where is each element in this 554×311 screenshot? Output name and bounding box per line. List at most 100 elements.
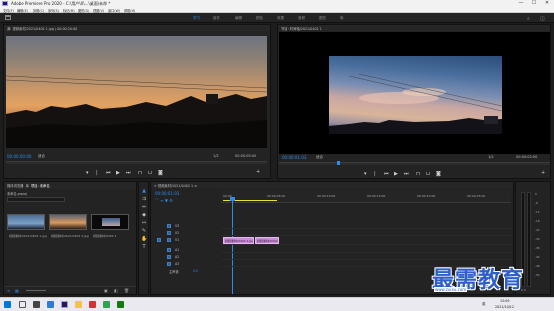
track-target-v2[interactable] (167, 231, 171, 235)
tab-project[interactable]: 项目: 未命名 (31, 184, 50, 188)
app-icon-red[interactable] (89, 301, 96, 308)
step-forward-icon[interactable]: ⏭ (126, 170, 131, 176)
timeline-clip-1[interactable]: 视频素材/0402 1.jpg (223, 237, 254, 244)
sky-clouds-image (329, 73, 502, 134)
timeline-ruler[interactable]: 00:00 00:00:05:00 00:00:10:00 00:00:15:0… (221, 191, 511, 203)
workspace-libraries[interactable]: 库 (340, 16, 344, 21)
timeline-timecode[interactable]: 00:00:01:03 (155, 191, 179, 196)
icon-view-icon[interactable]: ▦ (15, 288, 19, 293)
program-playhead[interactable] (337, 161, 340, 165)
maximize-button[interactable]: ☐ (528, 0, 540, 7)
search-taskbar-icon[interactable] (19, 301, 26, 308)
notification-icon[interactable]: ◫ (540, 16, 545, 22)
selection-tool-icon[interactable]: ▲ (141, 188, 147, 194)
tab-media-browser[interactable]: 媒体浏览器 (7, 184, 23, 188)
wechat-icon[interactable] (117, 301, 124, 308)
program-zoom-select[interactable]: 1/2 (488, 155, 494, 159)
timeline-clip-2[interactable]: 视频素材/0402 2.jpg (255, 237, 279, 244)
workspace-color[interactable]: 颜色 (256, 16, 263, 21)
mark-out-icon[interactable]: | (96, 170, 98, 176)
prog-step-back-icon[interactable]: ⏮ (384, 171, 389, 177)
workspace-audio[interactable]: 音频 (298, 16, 305, 21)
type-tool-icon[interactable]: T (141, 244, 147, 250)
new-bin-icon[interactable]: ▣ (104, 288, 108, 293)
source-fit-select[interactable]: 适合 (38, 154, 45, 159)
track-target-a2[interactable] (167, 255, 171, 259)
workspace-graphics[interactable]: 图形 (319, 16, 326, 21)
ripple-edit-tool-icon[interactable]: ⇔ (141, 204, 147, 210)
overwrite-icon[interactable]: ⊔ (148, 170, 152, 176)
minimize-button[interactable]: — (515, 0, 527, 7)
settings-icon[interactable]: ⚙ (169, 198, 173, 203)
playhead-handle[interactable] (230, 197, 235, 201)
home-icon[interactable] (5, 15, 11, 20)
close-button[interactable]: ✕ (541, 0, 553, 7)
link-icon[interactable]: ∞ (160, 198, 163, 203)
prog-mark-in-icon[interactable]: ▾ (364, 171, 367, 177)
track-a3-label: A3 (175, 262, 180, 266)
track-v2-row[interactable] (221, 230, 511, 236)
trash-icon[interactable]: 🗑 (124, 288, 129, 293)
premiere-taskbar-icon[interactable] (61, 301, 68, 308)
zoom-slider[interactable] (26, 290, 46, 291)
edge-browser-icon[interactable] (47, 301, 54, 308)
app-icon-green[interactable] (103, 301, 110, 308)
track-target-a3[interactable] (167, 262, 171, 266)
clock-date[interactable]: 2021/10/12 (495, 305, 514, 309)
project-tabs: 媒体浏览器 库 项目: 未命名 (4, 182, 136, 189)
search-icon[interactable]: ⌕ (527, 16, 530, 22)
prog-mark-out-icon[interactable]: | (374, 171, 376, 177)
project-thumb-2[interactable] (49, 214, 87, 230)
input-language[interactable]: 英 (482, 302, 486, 307)
source-zoom-select[interactable]: 1/2 (213, 154, 219, 158)
pen-tool-icon[interactable]: ✎ (141, 228, 147, 234)
tab-libraries[interactable]: 库 (26, 184, 29, 188)
prog-play-icon[interactable]: ▶ (394, 171, 398, 177)
track-target-v1[interactable] (167, 238, 171, 242)
lift-icon[interactable]: ⊓ (416, 171, 420, 177)
extract-icon[interactable]: ⊔ (426, 171, 430, 177)
track-a1-row[interactable] (221, 247, 511, 253)
project-search-input[interactable] (7, 197, 65, 202)
source-scrub-bar[interactable] (6, 161, 267, 164)
track-select-tool-icon[interactable]: ⇉ (141, 196, 147, 202)
list-view-icon[interactable]: ≡ (7, 288, 10, 293)
clock-time[interactable]: 15:09 (500, 299, 510, 303)
track-target-v3[interactable] (167, 224, 171, 228)
project-thumb-3[interactable] (91, 214, 129, 230)
workspace-assembly[interactable]: 组件 (213, 16, 220, 21)
file-explorer-icon[interactable] (75, 301, 82, 308)
program-timecode[interactable]: 00:00:01:03 (282, 155, 306, 160)
marker-icon[interactable]: ▼ (165, 198, 168, 203)
razor-tool-icon[interactable]: ◆ (141, 212, 147, 218)
insert-icon[interactable]: ⊓ (138, 170, 142, 176)
track-target-a1[interactable] (167, 248, 171, 252)
new-item-icon[interactable]: ◧ (114, 288, 118, 293)
source-patch-v1[interactable] (157, 238, 161, 242)
workspace-editing[interactable]: 编辑 (235, 16, 242, 21)
prog-export-frame-icon[interactable]: ◙ (436, 171, 441, 177)
mark-in-icon[interactable]: ▾ (86, 170, 89, 176)
step-back-icon[interactable]: ⏮ (106, 170, 111, 176)
prog-step-forward-icon[interactable]: ⏭ (404, 171, 409, 177)
source-timecode[interactable]: 00:00:00:00 (7, 154, 31, 159)
workspace-effects[interactable]: 效果 (277, 16, 284, 21)
add-button-icon[interactable]: + (256, 169, 260, 175)
track-a2-row[interactable] (221, 254, 511, 260)
track-v3-row[interactable] (221, 223, 511, 229)
slip-tool-icon[interactable]: ↔ (141, 220, 147, 226)
program-scrub-bar[interactable] (279, 162, 550, 165)
timeline-playhead[interactable] (232, 197, 233, 294)
project-thumb-1[interactable] (7, 214, 45, 230)
task-view-icon[interactable] (33, 301, 40, 308)
windows-start-icon[interactable] (4, 301, 11, 308)
meter-label: -30 (535, 237, 540, 241)
hand-tool-icon[interactable]: ✋ (141, 236, 147, 242)
workspace-learn[interactable]: 学习 (193, 16, 200, 21)
program-fit-select[interactable]: 适合 (316, 155, 323, 160)
snap-icon[interactable]: ⌒ (155, 198, 159, 203)
play-icon[interactable]: ▶ (116, 170, 120, 176)
export-frame-icon[interactable]: ◙ (158, 170, 163, 176)
master-volume[interactable]: 0.0 (193, 269, 198, 273)
prog-add-button-icon[interactable]: + (541, 170, 545, 176)
